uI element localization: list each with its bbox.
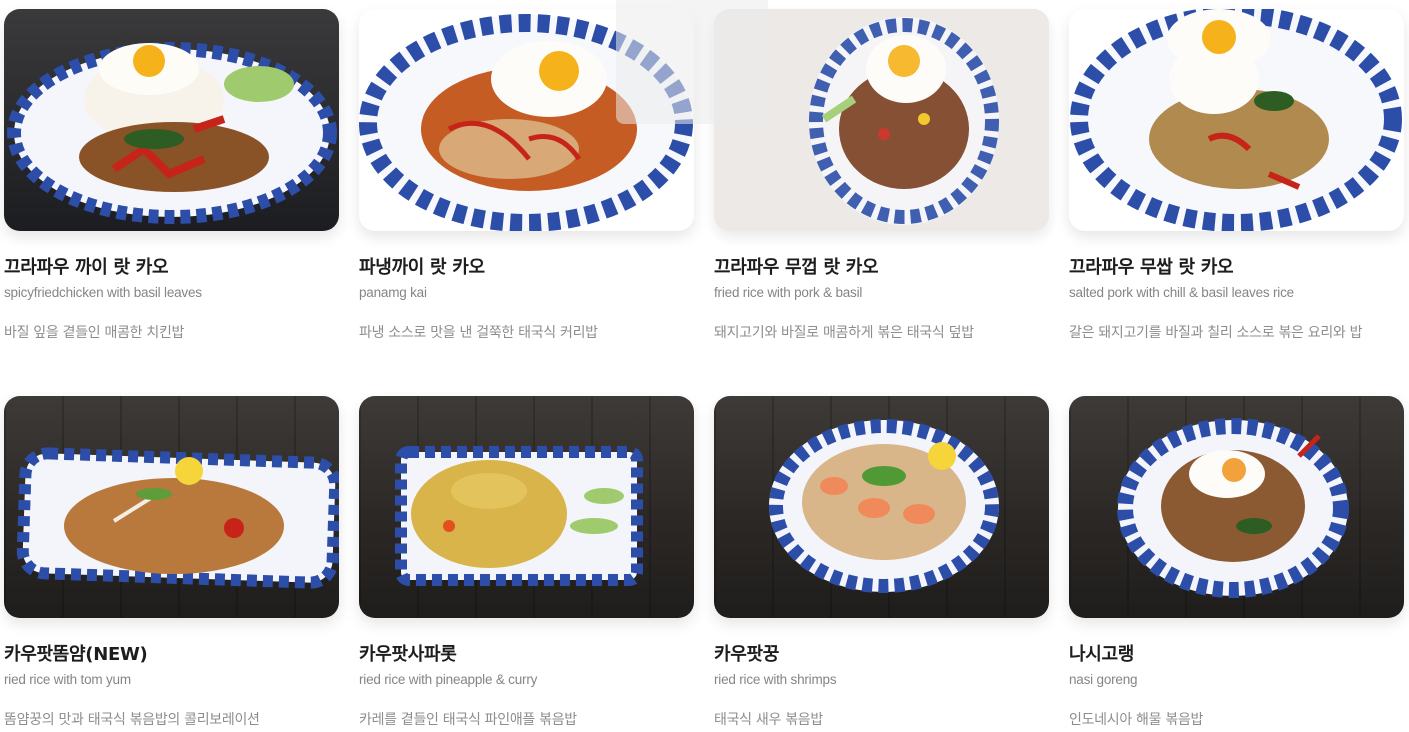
menu-card[interactable]: 나시고랭 nasi goreng 인도네시아 해물 볶음밥 (1069, 396, 1404, 729)
menu-item-name: 카우팟꿍 (714, 644, 780, 665)
basil-chicken-rice-photo[interactable] (4, 9, 339, 231)
menu-item-description: 카레를 곁들인 태국식 파인애플 볶음밥 (359, 712, 577, 728)
menu-item-subtitle: panamg kai (359, 285, 427, 300)
menu-item-subtitle: salted pork with chill & basil leaves ri… (1069, 285, 1294, 300)
minced-pork-basil-rice-photo[interactable] (1069, 9, 1404, 231)
menu-item-description: 태국식 새우 볶음밥 (714, 712, 823, 728)
menu-item-description: 돼지고기와 바질로 매콤하게 볶은 태국식 덮밥 (714, 325, 974, 341)
menu-item-description: 똠얌꿍의 맛과 태국식 볶음밥의 콜리보레이션 (4, 712, 260, 728)
pineapple-fried-rice-photo[interactable] (359, 396, 694, 618)
menu-card[interactable]: 끄라파우 무쌉 랏 카오 salted pork with chill & ba… (1069, 9, 1404, 342)
menu-card[interactable]: 카우팟사파롯 ried rice with pineapple & curry … (359, 396, 694, 729)
menu-item-name: 끄라파우 무쌉 랏 카오 (1069, 257, 1234, 278)
tom-yum-fried-rice-photo[interactable] (4, 396, 339, 618)
menu-item-description: 바질 잎을 곁들인 매콤한 치킨밥 (4, 325, 185, 341)
overlay-panel (616, 0, 768, 124)
menu-card[interactable]: 끄라파우 까이 랏 카오 spicyfriedchicken with basi… (4, 9, 339, 342)
menu-card[interactable]: 카우팟꿍 ried rice with shrimps 태국식 새우 볶음밥 (714, 396, 1049, 729)
menu-grid: 끄라파우 까이 랏 카오 spicyfriedchicken with basi… (0, 0, 1409, 732)
shrimp-fried-rice-photo[interactable] (714, 396, 1049, 618)
menu-item-subtitle: ried rice with pineapple & curry (359, 672, 538, 687)
menu-item-name: 끄라파우 까이 랏 카오 (4, 257, 169, 278)
menu-item-name: 나시고랭 (1069, 644, 1135, 665)
menu-item-subtitle: nasi goreng (1069, 672, 1138, 687)
menu-item-description: 갈은 돼지고기를 바질과 칠리 소스로 볶은 요리와 밥 (1069, 325, 1363, 341)
menu-item-name: 카우팟똠얌(NEW) (4, 644, 148, 665)
menu-item-description: 파냉 소스로 맛을 낸 걸쭉한 태국식 커리밥 (359, 325, 598, 341)
menu-item-description: 인도네시아 해물 볶음밥 (1069, 712, 1204, 728)
menu-item-name: 끄라파우 무껍 랏 카오 (714, 257, 879, 278)
menu-card[interactable]: 카우팟똠얌(NEW) ried rice with tom yum 똠얌꿍의 맛… (4, 396, 339, 729)
nasi-goreng-photo[interactable] (1069, 396, 1404, 618)
menu-item-subtitle: ried rice with shrimps (714, 672, 837, 687)
menu-item-name: 파냉까이 랏 카오 (359, 257, 485, 278)
menu-item-name: 카우팟사파롯 (359, 644, 457, 665)
menu-item-subtitle: ried rice with tom yum (4, 672, 131, 687)
menu-item-subtitle: fried rice with pork & basil (714, 285, 863, 300)
menu-item-subtitle: spicyfriedchicken with basil leaves (4, 285, 202, 300)
